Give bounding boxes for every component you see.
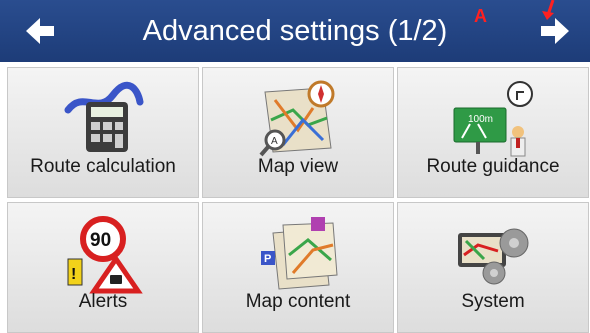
guidance-sign-icon: 100m xyxy=(453,81,533,157)
tile-label: Alerts xyxy=(78,291,128,312)
tile-route-calculation[interactable]: Route calculation xyxy=(7,67,199,198)
map-compass-icon: A xyxy=(259,80,335,157)
tile-map-view[interactable]: A Map view xyxy=(202,67,394,198)
tile-label: System xyxy=(461,291,525,312)
tile-alerts[interactable]: 90 ! Alerts xyxy=(7,202,199,333)
svg-text:!: ! xyxy=(71,266,76,283)
svg-text:P: P xyxy=(264,253,271,265)
forward-button[interactable] xyxy=(537,13,573,49)
arrow-right-icon xyxy=(541,18,569,44)
tile-label: Route calculation xyxy=(30,156,176,177)
tile-map-content[interactable]: P Map content xyxy=(202,202,394,333)
map-layers-icon: P xyxy=(261,217,338,290)
gears-device-icon xyxy=(458,228,529,285)
settings-grid: Route calculation A Map view 100m Route … xyxy=(0,62,590,333)
tile-system[interactable]: System xyxy=(397,202,589,333)
annotation-letter: A xyxy=(474,6,487,26)
speed-warning-icon: 90 ! xyxy=(67,216,143,294)
header-bar: Advanced settings (1/2) A xyxy=(0,0,590,62)
tile-label: Map view xyxy=(257,156,339,177)
route-calculator-icon xyxy=(64,81,144,152)
page-title: Advanced settings (1/2) xyxy=(142,15,448,47)
tile-route-guidance[interactable]: 100m Route guidance xyxy=(397,67,589,198)
tile-label: Route guidance xyxy=(426,156,560,177)
svg-text:100m: 100m xyxy=(468,114,493,125)
tile-label: Map content xyxy=(245,291,351,312)
svg-text:90: 90 xyxy=(90,230,111,251)
svg-text:A: A xyxy=(271,136,278,147)
